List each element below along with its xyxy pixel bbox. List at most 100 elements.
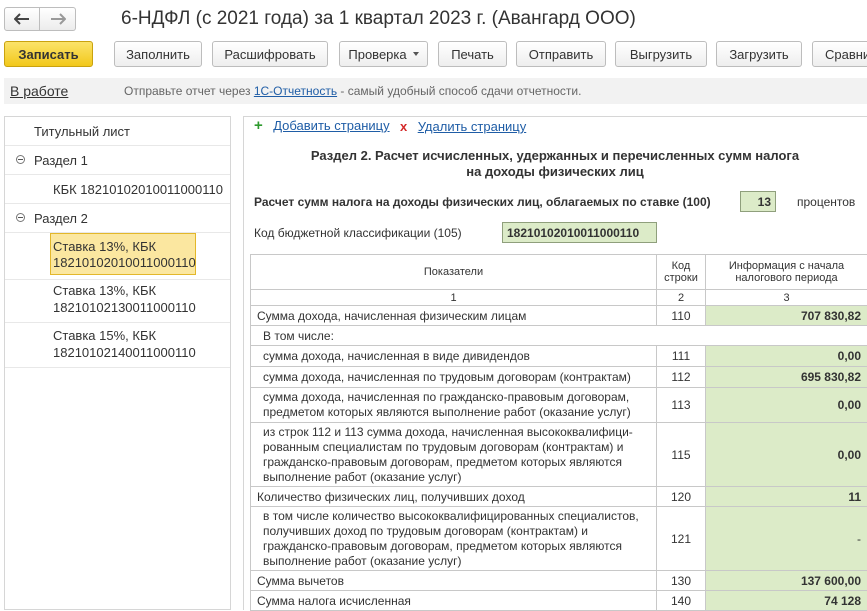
tree-item-label-line1: Ставка 13%, КБК xyxy=(53,239,156,254)
compare-button[interactable]: Сравни xyxy=(812,41,867,67)
send-button[interactable]: Отправить xyxy=(516,41,606,67)
table-row: Сумма налога исчисленная 140 74 128 xyxy=(251,591,867,611)
table-row: сумма дохода, начисленная по трудовым до… xyxy=(251,367,867,388)
tree-divider xyxy=(5,145,230,146)
kbk-label: Код бюджетной классификации (105) xyxy=(254,226,462,240)
row-code: 120 xyxy=(657,487,706,507)
window-title: 6-НДФЛ (с 2021 года) за 1 квартал 2023 г… xyxy=(121,8,636,30)
plus-icon: + xyxy=(254,117,263,134)
row-code: 121 xyxy=(657,507,706,571)
row-value-input[interactable]: 695 830,82 xyxy=(706,367,867,388)
tree-item-section-1[interactable]: Раздел 1 xyxy=(34,153,88,168)
row-label: сумма дохода, начисленная по гражданско-… xyxy=(251,388,657,423)
table-row: Сумма вычетов 130 137 600,00 xyxy=(251,571,867,591)
document-state-link[interactable]: В работе xyxy=(10,83,68,99)
section-2-table: Показатели Код строки Информация с начал… xyxy=(250,254,867,611)
back-button[interactable] xyxy=(4,7,40,31)
tree-item-rate-13-kbk-010-selected[interactable]: Ставка 13%, КБК 18210102010011000110 xyxy=(50,233,196,275)
column-number-row: 1 2 3 xyxy=(251,290,867,306)
column-number: 3 xyxy=(706,290,867,306)
delete-x-icon: x xyxy=(400,119,407,134)
tree-item-section-2[interactable]: Раздел 2 xyxy=(34,211,88,226)
table-row: Количество физических лиц, получивших до… xyxy=(251,487,867,507)
column-header-code: Код строки xyxy=(657,255,706,290)
row-code: 110 xyxy=(657,306,706,326)
row-label: из строк 112 и 113 сумма дохода, начисле… xyxy=(251,423,657,487)
unload-button[interactable]: Выгрузить xyxy=(615,41,707,67)
tree-item-title-page[interactable]: Титульный лист xyxy=(34,124,130,139)
add-page-action[interactable]: + Добавить страницу xyxy=(254,117,390,135)
column-header-indicators: Показатели xyxy=(251,255,657,290)
table-header-row: Показатели Код строки Информация с начал… xyxy=(251,255,867,290)
tree-item-label-line2: 18210102140011000110 xyxy=(53,345,196,360)
column-number: 1 xyxy=(251,290,657,306)
column-header-info: Информация с начала налогового периода xyxy=(706,255,867,290)
row-value-input[interactable]: 707 830,82 xyxy=(706,306,867,326)
row-value-input[interactable]: - xyxy=(706,507,867,571)
reporting-hint: Отправьте отчет через 1С-Отчетность - са… xyxy=(124,84,581,98)
row-label: сумма дохода, начисленная по трудовым до… xyxy=(251,367,657,388)
check-button-label: Проверка xyxy=(348,47,406,62)
row-code: 130 xyxy=(657,571,706,591)
1c-reporting-link[interactable]: 1С-Отчетность xyxy=(254,84,337,98)
rate-label: Расчет сумм налога на доходы физических … xyxy=(254,195,711,209)
tree-item-label-line2: 18210102130011000110 xyxy=(53,300,196,315)
tree-item-label-line1: Ставка 13%, КБК xyxy=(53,283,156,298)
tree-divider xyxy=(5,279,230,280)
row-label: Сумма дохода, начисленная физическим лиц… xyxy=(251,306,657,326)
kbk-input[interactable]: 18210102010011000110 xyxy=(502,222,657,243)
rate-input[interactable]: 13 xyxy=(740,191,776,212)
navigation-buttons xyxy=(4,7,78,31)
tree-item-label-line1: Ставка 15%, КБК xyxy=(53,328,156,343)
column-number: 2 xyxy=(657,290,706,306)
table-row: Сумма дохода, начисленная физическим лиц… xyxy=(251,306,867,326)
row-label: Сумма налога исчисленная xyxy=(251,591,657,611)
table-row: сумма дохода, начисленная в виде дивиден… xyxy=(251,346,867,367)
add-page-link[interactable]: Добавить страницу xyxy=(273,118,389,133)
tree-item-label-line2: 18210102010011000110 xyxy=(53,255,196,270)
collapse-icon[interactable] xyxy=(16,155,25,164)
collapse-icon[interactable] xyxy=(16,213,25,222)
row-value-input[interactable]: 0,00 xyxy=(706,423,867,487)
row-code: 115 xyxy=(657,423,706,487)
tree-divider xyxy=(5,203,230,204)
check-dropdown-button[interactable]: Проверка xyxy=(339,41,428,67)
rate-unit-label: процентов xyxy=(797,195,855,209)
delete-page-link[interactable]: Удалить страницу xyxy=(418,119,527,134)
row-code: 112 xyxy=(657,367,706,388)
sections-tree: Титульный лист Раздел 1 КБК 182101020100… xyxy=(4,116,231,610)
row-label: сумма дохода, начисленная в виде дивиден… xyxy=(251,346,657,367)
table-row: в том числе количество высококвалифициро… xyxy=(251,507,867,571)
row-label: Количество физических лиц, получивших до… xyxy=(251,487,657,507)
decode-button[interactable]: Расшифровать xyxy=(212,41,328,67)
tree-item-section-1-kbk[interactable]: КБК 18210102010011000110 xyxy=(53,182,223,197)
tree-divider xyxy=(5,367,230,368)
row-value-input[interactable]: 74 128 xyxy=(706,591,867,611)
table-row: сумма дохода, начисленная по гражданско-… xyxy=(251,388,867,423)
arrow-right-icon xyxy=(50,13,66,25)
fill-button[interactable]: Заполнить xyxy=(114,41,202,67)
hint-text-before: Отправьте отчет через xyxy=(124,84,254,98)
forward-button[interactable] xyxy=(40,7,76,31)
row-value-input[interactable]: 0,00 xyxy=(706,346,867,367)
row-label: В том числе: xyxy=(251,326,867,346)
row-label: Сумма вычетов xyxy=(251,571,657,591)
table-row: из строк 112 и 113 сумма дохода, начисле… xyxy=(251,423,867,487)
section-2-title: Раздел 2. Расчет исчисленных, удержанных… xyxy=(243,148,867,180)
print-button[interactable]: Печать xyxy=(438,41,507,67)
row-value-input[interactable]: 137 600,00 xyxy=(706,571,867,591)
save-button[interactable]: Записать xyxy=(4,41,93,67)
section-title-line2: на доходы физических лиц xyxy=(243,164,867,180)
row-value-input[interactable]: 0,00 xyxy=(706,388,867,423)
chevron-down-icon xyxy=(413,52,419,56)
hint-text-after: - самый удобный способ сдачи отчетности. xyxy=(337,84,581,98)
tree-divider xyxy=(5,174,230,175)
table-row: В том числе: xyxy=(251,326,867,346)
tree-divider xyxy=(5,322,230,323)
delete-page-action[interactable]: x Удалить страницу xyxy=(400,118,526,136)
row-value-input[interactable]: 11 xyxy=(706,487,867,507)
load-button[interactable]: Загрузить xyxy=(716,41,802,67)
row-code: 113 xyxy=(657,388,706,423)
arrow-left-icon xyxy=(14,13,30,25)
row-code: 140 xyxy=(657,591,706,611)
